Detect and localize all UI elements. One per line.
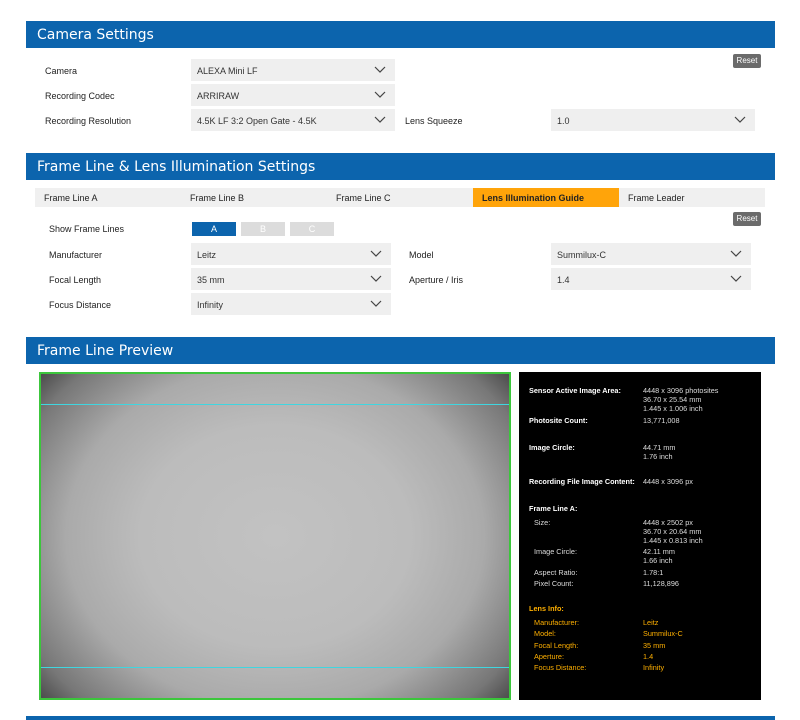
chevron-down-icon (370, 300, 382, 307)
sensor-area-label: Sensor Active Image Area: (529, 386, 621, 395)
frame-reset-button[interactable]: Reset (733, 212, 761, 226)
photosite-count-value: 13,771,008 (643, 416, 680, 425)
tab-frame-line-a[interactable]: Frame Line A (35, 188, 181, 207)
manufacturer-select-value: Leitz (197, 250, 217, 260)
sensor-photosites: 4448 x 3096 photosites (643, 386, 719, 395)
camera-reset-button[interactable]: Reset (733, 54, 761, 68)
lens-focus-label: Focus Distance: (534, 663, 587, 672)
codec-select-value: ARRIRAW (197, 91, 240, 101)
info-panel: Sensor Active Image Area: 4448 x 3096 ph… (519, 372, 761, 700)
codec-select[interactable]: ARRIRAW (191, 84, 395, 106)
image-circle-values: 44.71 mm 1.76 inch (643, 443, 675, 461)
resolution-select[interactable]: 4.5K LF 3:2 Open Gate - 4.5K (191, 109, 395, 131)
frame-line-a-toggle[interactable]: A (192, 222, 236, 236)
photosite-count-label: Photosite Count: (529, 416, 588, 425)
chevron-down-icon (374, 66, 386, 73)
frame-line-a-info-label: Frame Line A: (529, 504, 578, 513)
focus-distance-select-value: Infinity (197, 300, 224, 310)
focus-distance-label: Focus Distance (49, 300, 112, 310)
size-px: 4448 x 2502 px (643, 518, 693, 527)
manufacturer-select[interactable]: Leitz (191, 243, 391, 265)
recording-content-value: 4448 x 3096 px (643, 477, 693, 486)
sensor-preview (39, 372, 511, 700)
aperture-select[interactable]: 1.4 (551, 268, 751, 290)
chevron-down-icon (374, 91, 386, 98)
focal-length-label: Focal Length (49, 275, 102, 285)
fa-circle-values: 42.11 mm 1.66 inch (643, 547, 675, 565)
image-circle-mm: 44.71 mm (643, 443, 676, 452)
chevron-down-icon (370, 275, 382, 282)
chevron-down-icon (730, 275, 742, 282)
chevron-down-icon (374, 116, 386, 123)
camera-settings-header: Camera Settings (26, 21, 775, 48)
fa-circle-inch: 1.66 inch (643, 556, 673, 565)
chevron-down-icon (730, 250, 742, 257)
tab-frame-leader[interactable]: Frame Leader (619, 188, 765, 207)
lens-focal-value: 35 mm (643, 641, 666, 650)
lens-info-label: Lens Info: (529, 604, 564, 613)
sensor-area-values: 4448 x 3096 photosites 36.70 x 25.54 mm … (643, 386, 718, 413)
size-values: 4448 x 2502 px 36.70 x 20.64 mm 1.445 x … (643, 518, 703, 545)
lens-model-value: Summilux-C (643, 629, 683, 638)
size-mm: 36.70 x 20.64 mm (643, 527, 702, 536)
squeeze-select[interactable]: 1.0 (551, 109, 755, 131)
tab-frame-line-c[interactable]: Frame Line C (327, 188, 473, 207)
frame-line-b-toggle[interactable]: B (241, 222, 285, 236)
squeeze-label: Lens Squeeze (405, 116, 463, 126)
sensor-mm: 36.70 x 25.54 mm (643, 395, 702, 404)
aspect-ratio-label: Aspect Ratio: (534, 568, 578, 577)
lens-manufacturer-value: Leitz (643, 618, 659, 627)
camera-label: Camera (45, 66, 78, 76)
squeeze-select-value: 1.0 (557, 116, 570, 126)
preview-header: Frame Line Preview (26, 337, 775, 364)
camera-select-value: ALEXA Mini LF (197, 66, 258, 76)
size-inch: 1.445 x 0.813 inch (643, 536, 703, 545)
resolution-label: Recording Resolution (45, 116, 132, 126)
aperture-label: Aperture / Iris (409, 275, 464, 285)
image-circle-inch: 1.76 inch (643, 452, 673, 461)
frame-line-c-toggle[interactable]: C (290, 222, 334, 236)
manufacturer-label: Manufacturer (49, 250, 103, 260)
fa-circle-label: Image Circle: (534, 547, 577, 556)
lens-focal-label: Focal Length: (534, 641, 579, 650)
lens-focus-value: Infinity (643, 663, 665, 672)
aspect-ratio-value: 1.78:1 (643, 568, 664, 577)
sensor-inch: 1.445 x 1.006 inch (643, 404, 703, 413)
frame-line-a-overlay (41, 404, 509, 668)
image-circle-label: Image Circle: (529, 443, 575, 452)
preview-title: Frame Line Preview (37, 343, 174, 359)
frame-settings-title: Frame Line & Lens Illumination Settings (37, 159, 316, 175)
camera-settings-title: Camera Settings (37, 27, 154, 43)
frame-tabs: Frame Line A Frame Line B Frame Line C L… (35, 188, 765, 207)
lens-aperture-value: 1.4 (643, 652, 654, 661)
fa-circle-mm: 42.11 mm (643, 547, 675, 556)
pixel-count-value: 11,128,896 (643, 579, 679, 588)
lens-model-label: Model: (534, 629, 556, 638)
tab-lens-illumination-guide[interactable]: Lens Illumination Guide (473, 188, 619, 207)
lens-aperture-label: Aperture: (534, 652, 565, 661)
camera-select[interactable]: ALEXA Mini LF (191, 59, 395, 81)
next-panel-header (26, 716, 775, 720)
chevron-down-icon (734, 116, 746, 123)
model-select-value: Summilux-C (557, 250, 607, 260)
model-select[interactable]: Summilux-C (551, 243, 751, 265)
codec-label: Recording Codec (45, 91, 115, 101)
frame-settings-header: Frame Line & Lens Illumination Settings (26, 153, 775, 180)
size-label: Size: (534, 518, 551, 527)
tab-frame-line-b[interactable]: Frame Line B (181, 188, 327, 207)
lens-manufacturer-label: Manufacturer: (534, 618, 580, 627)
aperture-select-value: 1.4 (557, 275, 570, 285)
focal-length-select[interactable]: 35 mm (191, 268, 391, 290)
recording-content-label: Recording File Image Content: (529, 477, 635, 486)
resolution-select-value: 4.5K LF 3:2 Open Gate - 4.5K (197, 116, 317, 126)
show-frame-lines-label: Show Frame Lines (49, 224, 125, 234)
model-label: Model (409, 250, 434, 260)
chevron-down-icon (370, 250, 382, 257)
focal-length-select-value: 35 mm (197, 275, 225, 285)
focus-distance-select[interactable]: Infinity (191, 293, 391, 315)
pixel-count-label: Pixel Count: (534, 579, 574, 588)
